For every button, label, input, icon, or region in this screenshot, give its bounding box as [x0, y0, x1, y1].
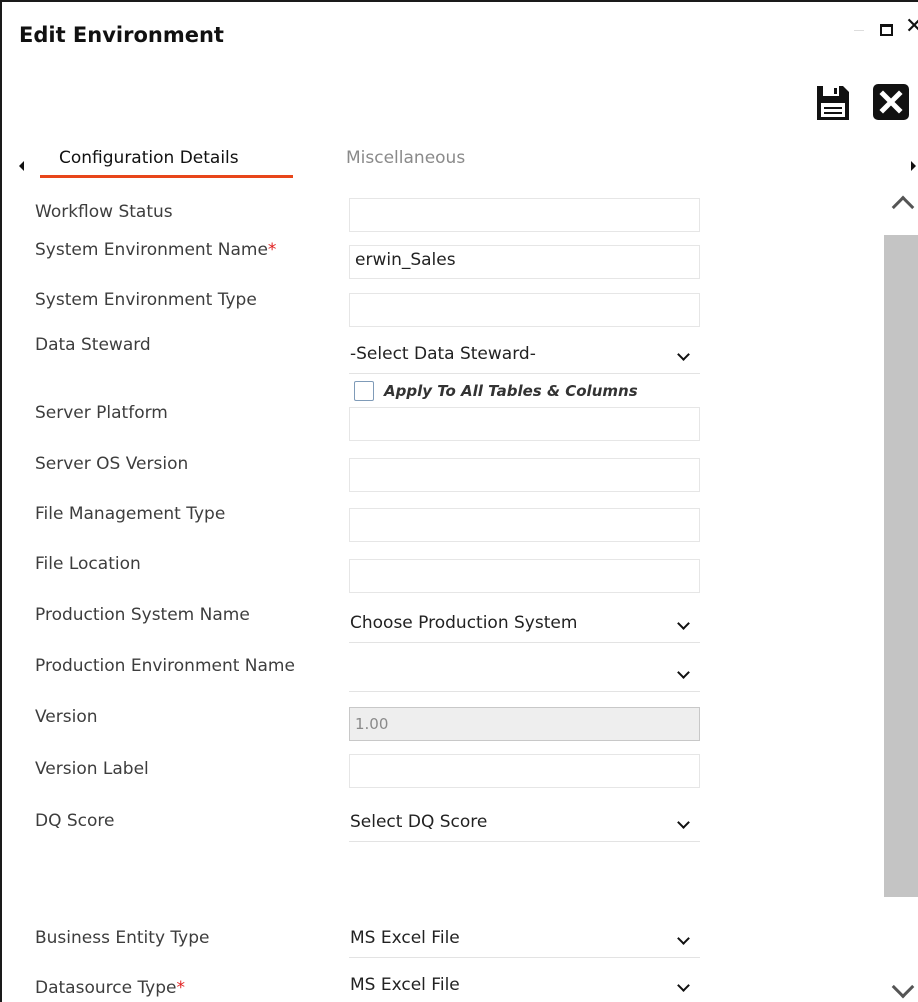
apply-to-all-checkbox[interactable] [354, 381, 374, 401]
tab-miscellaneous[interactable]: Miscellaneous [346, 148, 465, 168]
system-environment-name-label: System Environment Name* [35, 240, 277, 260]
datasource-type-label: Datasource Type* [35, 978, 185, 998]
scrollbar-thumb[interactable] [884, 235, 918, 897]
active-tab-indicator [40, 175, 293, 178]
production-system-name-select[interactable]: Choose Production System [349, 609, 700, 643]
file-management-type-label: File Management Type [35, 504, 226, 524]
system-environment-type-input[interactable] [349, 293, 700, 327]
server-os-version-label: Server OS Version [35, 454, 189, 474]
apply-to-all-label[interactable]: Apply To All Tables & Columns [384, 382, 638, 400]
server-os-version-input[interactable] [349, 458, 700, 492]
required-marker: * [176, 978, 186, 998]
data-steward-label: Data Steward [35, 335, 151, 355]
version-label: Version [35, 707, 98, 727]
version-input: 1.00 [349, 707, 700, 741]
business-entity-type-select[interactable]: MS Excel File [349, 924, 700, 958]
window-close-button[interactable]: ✕ [905, 16, 918, 38]
dq-score-select[interactable]: Select DQ Score [349, 808, 700, 842]
chevron-down-icon [677, 932, 690, 945]
data-steward-value: -Select Data Steward- [350, 344, 536, 364]
datasource-type-select[interactable]: MS Excel File [349, 971, 700, 1002]
version-label-input[interactable] [349, 754, 700, 788]
datasource-type-value: MS Excel File [350, 975, 460, 995]
chevron-down-icon [677, 666, 690, 679]
minimize-button[interactable] [854, 30, 864, 31]
server-platform-input[interactable] [349, 407, 700, 441]
chevron-down-icon [677, 348, 690, 361]
chevron-down-icon [677, 816, 690, 829]
required-marker: * [267, 240, 277, 260]
close-icon[interactable] [873, 84, 909, 120]
tab-scroll-left-icon[interactable] [19, 161, 24, 171]
maximize-button[interactable] [880, 24, 893, 36]
business-entity-type-label: Business Entity Type [35, 928, 210, 948]
chevron-down-icon [677, 979, 690, 992]
dq-score-value: Select DQ Score [350, 812, 488, 832]
production-system-name-value: Choose Production System [350, 613, 578, 633]
dialog-title: Edit Environment [19, 23, 224, 47]
production-system-name-label: Production System Name [35, 605, 250, 625]
system-environment-type-label: System Environment Type [35, 290, 257, 310]
workflow-status-input[interactable] [349, 198, 700, 232]
save-icon[interactable] [815, 84, 851, 122]
version-label-label: Version Label [35, 759, 149, 779]
production-environment-name-select[interactable] [349, 658, 700, 692]
data-steward-select[interactable]: -Select Data Steward- [349, 340, 700, 374]
chevron-down-icon [677, 617, 690, 630]
business-entity-type-value: MS Excel File [350, 928, 460, 948]
tab-configuration-details[interactable]: Configuration Details [59, 148, 239, 168]
edit-environment-dialog: Edit Environment ✕ Configuration Details… [0, 0, 918, 1002]
file-location-input[interactable] [349, 559, 700, 593]
production-environment-name-label: Production Environment Name [35, 656, 295, 676]
file-management-type-input[interactable] [349, 508, 700, 542]
tab-scroll-right-icon[interactable] [911, 161, 916, 171]
dq-score-label: DQ Score [35, 811, 115, 831]
workflow-status-label: Workflow Status [35, 202, 173, 222]
server-platform-label: Server Platform [35, 403, 168, 423]
file-location-label: File Location [35, 554, 141, 574]
system-environment-name-input[interactable]: erwin_Sales [349, 245, 700, 279]
